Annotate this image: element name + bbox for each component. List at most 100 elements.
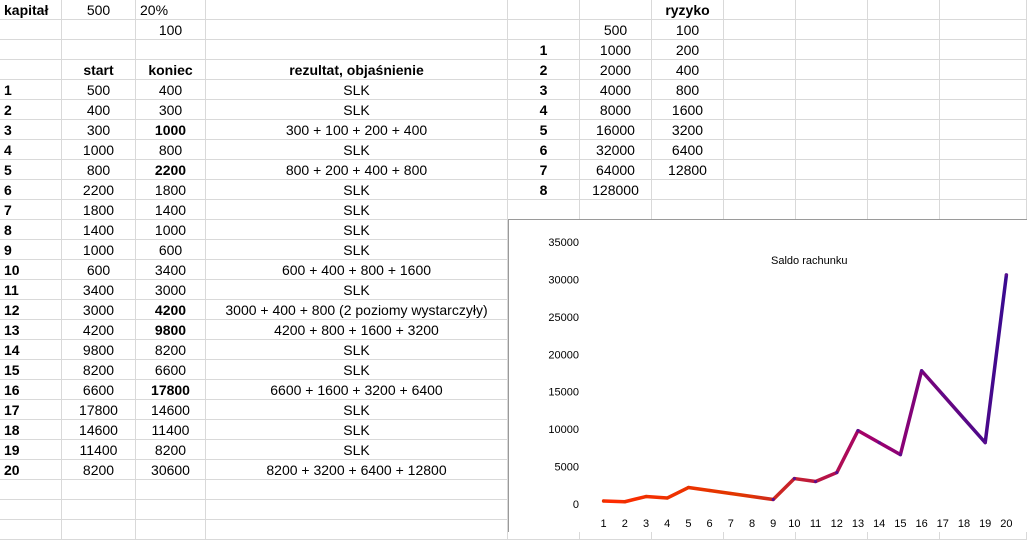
row-index[interactable]: 13 bbox=[0, 320, 62, 340]
sheet-cell[interactable] bbox=[796, 160, 868, 180]
kapital-value[interactable]: 500 bbox=[62, 0, 136, 20]
sheet-cell[interactable] bbox=[796, 0, 868, 20]
rezultat-value[interactable]: SLK bbox=[206, 140, 508, 160]
rezultat-value[interactable]: SLK bbox=[206, 100, 508, 120]
col-header-rezultat[interactable]: rezultat, objaśnienie bbox=[206, 60, 508, 80]
level-risk[interactable]: 3200 bbox=[652, 120, 724, 140]
start-value[interactable]: 1400 bbox=[62, 220, 136, 240]
rezultat-value[interactable]: 300 + 100 + 200 + 400 bbox=[206, 120, 508, 140]
sheet-cell[interactable] bbox=[62, 480, 136, 500]
sheet-cell[interactable] bbox=[940, 60, 1027, 80]
level-amount[interactable]: 4000 bbox=[580, 80, 652, 100]
sheet-cell[interactable] bbox=[868, 20, 940, 40]
sheet-cell[interactable] bbox=[940, 0, 1027, 20]
koniec-value[interactable]: 1000 bbox=[136, 220, 206, 240]
start-value[interactable]: 600 bbox=[62, 260, 136, 280]
level-risk[interactable]: 800 bbox=[652, 80, 724, 100]
row-index[interactable]: 2 bbox=[0, 100, 62, 120]
sheet-cell[interactable] bbox=[724, 120, 796, 140]
rezultat-value[interactable]: 800 + 200 + 400 + 800 bbox=[206, 160, 508, 180]
rezultat-value[interactable]: SLK bbox=[206, 340, 508, 360]
row-index[interactable]: 11 bbox=[0, 280, 62, 300]
koniec-value[interactable]: 14600 bbox=[136, 400, 206, 420]
level-index[interactable]: 8 bbox=[508, 180, 580, 200]
sheet-cell[interactable] bbox=[724, 80, 796, 100]
sheet-cell[interactable] bbox=[796, 100, 868, 120]
sheet-cell[interactable] bbox=[868, 140, 940, 160]
sheet-cell[interactable] bbox=[868, 180, 940, 200]
sheet-cell[interactable] bbox=[940, 140, 1027, 160]
rezultat-value[interactable]: SLK bbox=[206, 440, 508, 460]
level-risk[interactable]: 1600 bbox=[652, 100, 724, 120]
row-index[interactable]: 7 bbox=[0, 200, 62, 220]
level-index[interactable]: 4 bbox=[508, 100, 580, 120]
rezultat-value[interactable]: 600 + 400 + 800 + 1600 bbox=[206, 260, 508, 280]
koniec-value[interactable]: 4200 bbox=[136, 300, 206, 320]
level-index[interactable]: 6 bbox=[508, 140, 580, 160]
koniec-value[interactable]: 800 bbox=[136, 140, 206, 160]
koniec-value[interactable]: 11400 bbox=[136, 420, 206, 440]
sheet-cell[interactable] bbox=[62, 40, 136, 60]
start-value[interactable]: 8200 bbox=[62, 360, 136, 380]
row-index[interactable]: 3 bbox=[0, 120, 62, 140]
sheet-cell[interactable] bbox=[940, 80, 1027, 100]
level-amount[interactable]: 32000 bbox=[580, 140, 652, 160]
sheet-cell[interactable] bbox=[940, 160, 1027, 180]
sheet-cell[interactable] bbox=[136, 40, 206, 60]
sheet-cell[interactable] bbox=[0, 500, 62, 520]
level-risk[interactable]: 6400 bbox=[652, 140, 724, 160]
koniec-value[interactable]: 8200 bbox=[136, 440, 206, 460]
sheet-cell[interactable] bbox=[206, 500, 508, 520]
rezultat-value[interactable]: 8200 + 3200 + 6400 + 12800 bbox=[206, 460, 508, 480]
sheet-cell[interactable] bbox=[940, 120, 1027, 140]
level-index[interactable]: 1 bbox=[508, 40, 580, 60]
sheet-cell[interactable] bbox=[796, 80, 868, 100]
rezultat-value[interactable]: SLK bbox=[206, 180, 508, 200]
row-index[interactable]: 16 bbox=[0, 380, 62, 400]
sheet-cell[interactable] bbox=[508, 0, 580, 20]
koniec-value[interactable]: 30600 bbox=[136, 460, 206, 480]
start-value[interactable]: 400 bbox=[62, 100, 136, 120]
sheet-cell[interactable] bbox=[724, 140, 796, 160]
sheet-cell[interactable] bbox=[940, 100, 1027, 120]
sheet-cell[interactable] bbox=[940, 180, 1027, 200]
koniec-value[interactable]: 9800 bbox=[136, 320, 206, 340]
start-value[interactable]: 2200 bbox=[62, 180, 136, 200]
sheet-cell[interactable] bbox=[0, 20, 62, 40]
row-index[interactable]: 9 bbox=[0, 240, 62, 260]
koniec-value[interactable]: 300 bbox=[136, 100, 206, 120]
sheet-cell[interactable] bbox=[868, 80, 940, 100]
row-index[interactable]: 1 bbox=[0, 80, 62, 100]
stake-value[interactable]: 100 bbox=[136, 20, 206, 40]
sheet-cell[interactable] bbox=[0, 40, 62, 60]
sheet-cell[interactable] bbox=[62, 20, 136, 40]
koniec-value[interactable]: 17800 bbox=[136, 380, 206, 400]
level-amount[interactable]: 128000 bbox=[580, 180, 652, 200]
sheet-cell[interactable] bbox=[796, 120, 868, 140]
sheet-cell[interactable] bbox=[868, 60, 940, 80]
rezultat-value[interactable]: SLK bbox=[206, 200, 508, 220]
col-header-start[interactable]: start bbox=[62, 60, 136, 80]
level-amount[interactable]: 64000 bbox=[580, 160, 652, 180]
sheet-cell[interactable] bbox=[206, 20, 508, 40]
sheet-cell[interactable] bbox=[796, 140, 868, 160]
start-value[interactable]: 9800 bbox=[62, 340, 136, 360]
rezultat-value[interactable]: SLK bbox=[206, 420, 508, 440]
sheet-cell[interactable] bbox=[724, 100, 796, 120]
col-header-koniec[interactable]: koniec bbox=[136, 60, 206, 80]
sheet-cell[interactable] bbox=[724, 160, 796, 180]
koniec-value[interactable]: 3000 bbox=[136, 280, 206, 300]
koniec-value[interactable]: 8200 bbox=[136, 340, 206, 360]
level-amount[interactable]: 8000 bbox=[580, 100, 652, 120]
sheet-cell[interactable] bbox=[796, 180, 868, 200]
start-value[interactable]: 1000 bbox=[62, 140, 136, 160]
sheet-cell[interactable] bbox=[868, 200, 940, 220]
level-amount[interactable]: 16000 bbox=[580, 120, 652, 140]
sheet-cell[interactable] bbox=[724, 0, 796, 20]
start-value[interactable]: 300 bbox=[62, 120, 136, 140]
row-index[interactable]: 8 bbox=[0, 220, 62, 240]
row-index[interactable]: 18 bbox=[0, 420, 62, 440]
sheet-cell[interactable] bbox=[724, 20, 796, 40]
sheet-cell[interactable] bbox=[868, 120, 940, 140]
row-index[interactable]: 4 bbox=[0, 140, 62, 160]
